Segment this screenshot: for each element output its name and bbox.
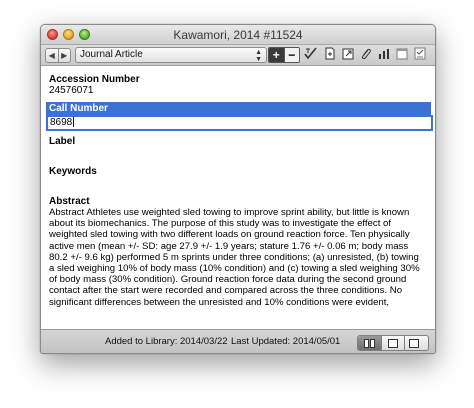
remove-icon[interactable]: − — [283, 48, 299, 62]
open-link-icon[interactable] — [341, 47, 355, 61]
abstract-value[interactable]: Abstract Athletes use weighted sled towi… — [49, 207, 423, 307]
add-icon[interactable]: + — [269, 48, 284, 62]
paperclip-icon[interactable] — [359, 47, 373, 61]
forward-icon[interactable]: ▶ — [59, 49, 71, 62]
navigation-buttons: ◀ ▶ — [45, 48, 71, 63]
layout-right-icon[interactable] — [380, 336, 405, 350]
abstract-label: Abstract — [49, 196, 90, 207]
spellcheck-icon[interactable] — [303, 47, 319, 61]
call-number-value: 8698 — [50, 117, 73, 128]
chevron-updown-icon: ▲ ▼ — [255, 49, 262, 63]
accession-number-label: Accession Number — [49, 74, 140, 85]
accession-number-value[interactable]: 24576071 — [49, 85, 94, 96]
reference-type-select[interactable]: Journal Article ▲ ▼ — [75, 47, 267, 63]
checklist-icon[interactable] — [413, 47, 427, 61]
layout-left-icon[interactable] — [404, 336, 428, 350]
layout-buttons — [357, 335, 429, 351]
layout-split-icon[interactable] — [358, 336, 381, 350]
last-updated-text: Last Updated: 2014/05/01 — [231, 336, 341, 347]
title-bar[interactable]: Kawamori, 2014 #11524 — [41, 25, 435, 45]
add-remove-field-buttons: + − — [268, 47, 300, 63]
reference-type-value: Journal Article — [80, 49, 143, 60]
reference-window: Kawamori, 2014 #11524 ◀ ▶ Journal Articl… — [40, 24, 436, 354]
call-number-field[interactable]: 8698 — [46, 115, 433, 131]
window-title: Kawamori, 2014 #11524 — [173, 28, 303, 42]
reference-fields: Accession Number 24576071 Call Number 86… — [41, 66, 435, 329]
attach-file-icon[interactable] — [323, 47, 337, 61]
call-number-header: Call Number — [46, 102, 431, 115]
back-icon[interactable]: ◀ — [46, 49, 59, 62]
call-number-label: Call Number — [49, 103, 108, 114]
added-to-library-text: Added to Library: 2014/03/22 — [105, 336, 228, 347]
reference-toolbar: ◀ ▶ Journal Article ▲ ▼ + − — [41, 45, 435, 66]
window-icon[interactable] — [395, 47, 409, 61]
keywords-label: Keywords — [49, 166, 97, 177]
status-bar: Added to Library: 2014/03/22 Last Update… — [41, 329, 435, 353]
label-field-label: Label — [49, 136, 76, 147]
chart-icon[interactable] — [377, 47, 391, 61]
text-caret — [73, 117, 75, 128]
